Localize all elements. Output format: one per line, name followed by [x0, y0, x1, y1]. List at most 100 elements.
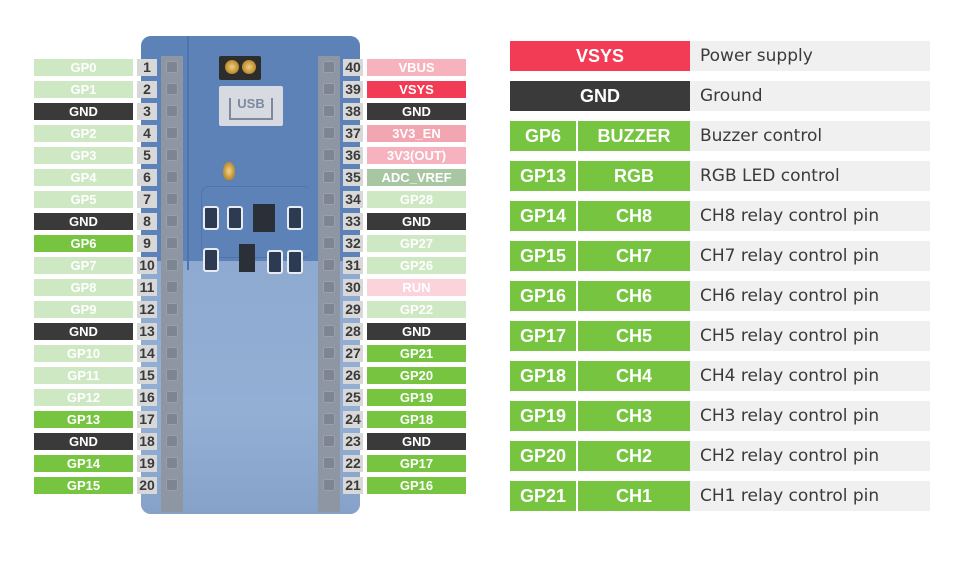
pin-label: GND	[367, 213, 466, 230]
pin-label: GP10	[34, 345, 133, 362]
header-hole-icon	[166, 171, 178, 183]
ic-chip-icon	[253, 204, 275, 232]
header-hole-icon	[323, 347, 335, 359]
table-row: GP6 BUZZER Buzzer control	[510, 121, 930, 151]
header-hole-icon	[323, 237, 335, 249]
table-row: GP15 CH7 CH7 relay control pin	[510, 241, 930, 271]
pin-label: GP28	[367, 191, 466, 208]
pin-label: RUN	[367, 279, 466, 296]
description-cell: CH3 relay control pin	[690, 401, 930, 431]
pin-number: 27	[343, 345, 363, 362]
solder-pad-icon	[242, 60, 256, 74]
pin-number: 28	[343, 323, 363, 340]
pin-label: GND	[34, 103, 133, 120]
header-hole-icon	[323, 149, 335, 161]
pin-label: GP17	[367, 455, 466, 472]
header-hole-icon	[323, 83, 335, 95]
pin-label: GP5	[34, 191, 133, 208]
header-hole-icon	[166, 391, 178, 403]
pin-number: 39	[343, 81, 363, 98]
pin-number: 4	[137, 125, 157, 142]
pin-number: 36	[343, 147, 363, 164]
pin-label: GP14	[34, 455, 133, 472]
pin-label: GND	[367, 323, 466, 340]
pin-cell: GP15	[510, 241, 576, 271]
pin-cell: GP6	[510, 121, 576, 151]
function-cell: CH3	[578, 401, 690, 431]
pin-label: GND	[34, 433, 133, 450]
pin-number: 24	[343, 411, 363, 428]
description-cell: RGB LED control	[690, 161, 930, 191]
pin-number: 33	[343, 213, 363, 230]
header-hole-icon	[323, 259, 335, 271]
pin-label: GP3	[34, 147, 133, 164]
header-hole-icon	[166, 457, 178, 469]
pin-label: GP27	[367, 235, 466, 252]
header-hole-icon	[323, 193, 335, 205]
function-cell: CH6	[578, 281, 690, 311]
pin-label: GP9	[34, 301, 133, 318]
pin-label: GND	[367, 103, 466, 120]
table-row: GP19 CH3 CH3 relay control pin	[510, 401, 930, 431]
table-row: GP17 CH5 CH5 relay control pin	[510, 321, 930, 351]
pin-label: 3V3(OUT)	[367, 147, 466, 164]
table-row: GP18 CH4 CH4 relay control pin	[510, 361, 930, 391]
battery-pads	[219, 56, 261, 80]
pin-cell: GP14	[510, 201, 576, 231]
pin-number: 25	[343, 389, 363, 406]
pin-cell: GND	[510, 81, 690, 111]
pin-label: GND	[34, 213, 133, 230]
table-row: GP20 CH2 CH2 relay control pin	[510, 441, 930, 471]
pin-number: 11	[137, 279, 157, 296]
function-cell: CH4	[578, 361, 690, 391]
pin-number: 19	[137, 455, 157, 472]
pin-label: ADC_VREF	[367, 169, 466, 186]
pin-number: 14	[137, 345, 157, 362]
pin-number: 20	[137, 477, 157, 494]
pin-label: GP1	[34, 81, 133, 98]
function-cell: CH7	[578, 241, 690, 271]
pin-cell: GP13	[510, 161, 576, 191]
solder-pad-icon	[225, 60, 239, 74]
pin-number: 6	[137, 169, 157, 186]
pin-label: 3V3_EN	[367, 125, 466, 142]
pin-label: GP12	[34, 389, 133, 406]
header-hole-icon	[166, 61, 178, 73]
pin-cell: VSYS	[510, 41, 690, 71]
table-row: GND Ground	[510, 81, 930, 111]
header-hole-icon	[166, 105, 178, 117]
description-cell: Power supply	[690, 41, 930, 71]
pin-number: 13	[137, 323, 157, 340]
pin-number: 16	[137, 389, 157, 406]
smd-resistor-icon	[267, 250, 283, 274]
pin-label: GP15	[34, 477, 133, 494]
pin-cell: GP20	[510, 441, 576, 471]
usb-label: USB	[237, 96, 265, 111]
pcb-trace	[187, 36, 189, 270]
header-hole-icon	[166, 369, 178, 381]
pin-label: GP13	[34, 411, 133, 428]
pin-label: GP20	[367, 367, 466, 384]
pin-label: GND	[367, 433, 466, 450]
description-cell: Ground	[690, 81, 930, 111]
pin-label: GP7	[34, 257, 133, 274]
table-row: GP21 CH1 CH1 relay control pin	[510, 481, 930, 511]
header-hole-icon	[323, 479, 335, 491]
function-cell: CH8	[578, 201, 690, 231]
description-cell: CH7 relay control pin	[690, 241, 930, 271]
table-row: GP14 CH8 CH8 relay control pin	[510, 201, 930, 231]
header-hole-icon	[323, 105, 335, 117]
pin-number: 32	[343, 235, 363, 252]
pin-label: VSYS	[367, 81, 466, 98]
pin-number: 2	[137, 81, 157, 98]
pin-cell: GP21	[510, 481, 576, 511]
header-hole-icon	[166, 347, 178, 359]
pin-number: 8	[137, 213, 157, 230]
pin-label: GP26	[367, 257, 466, 274]
header-hole-icon	[166, 303, 178, 315]
pin-cell: GP19	[510, 401, 576, 431]
pin-label: GP19	[367, 389, 466, 406]
pin-label: GP0	[34, 59, 133, 76]
usb-silkscreen: USB	[219, 86, 283, 126]
smd-resistor-icon	[203, 206, 219, 230]
